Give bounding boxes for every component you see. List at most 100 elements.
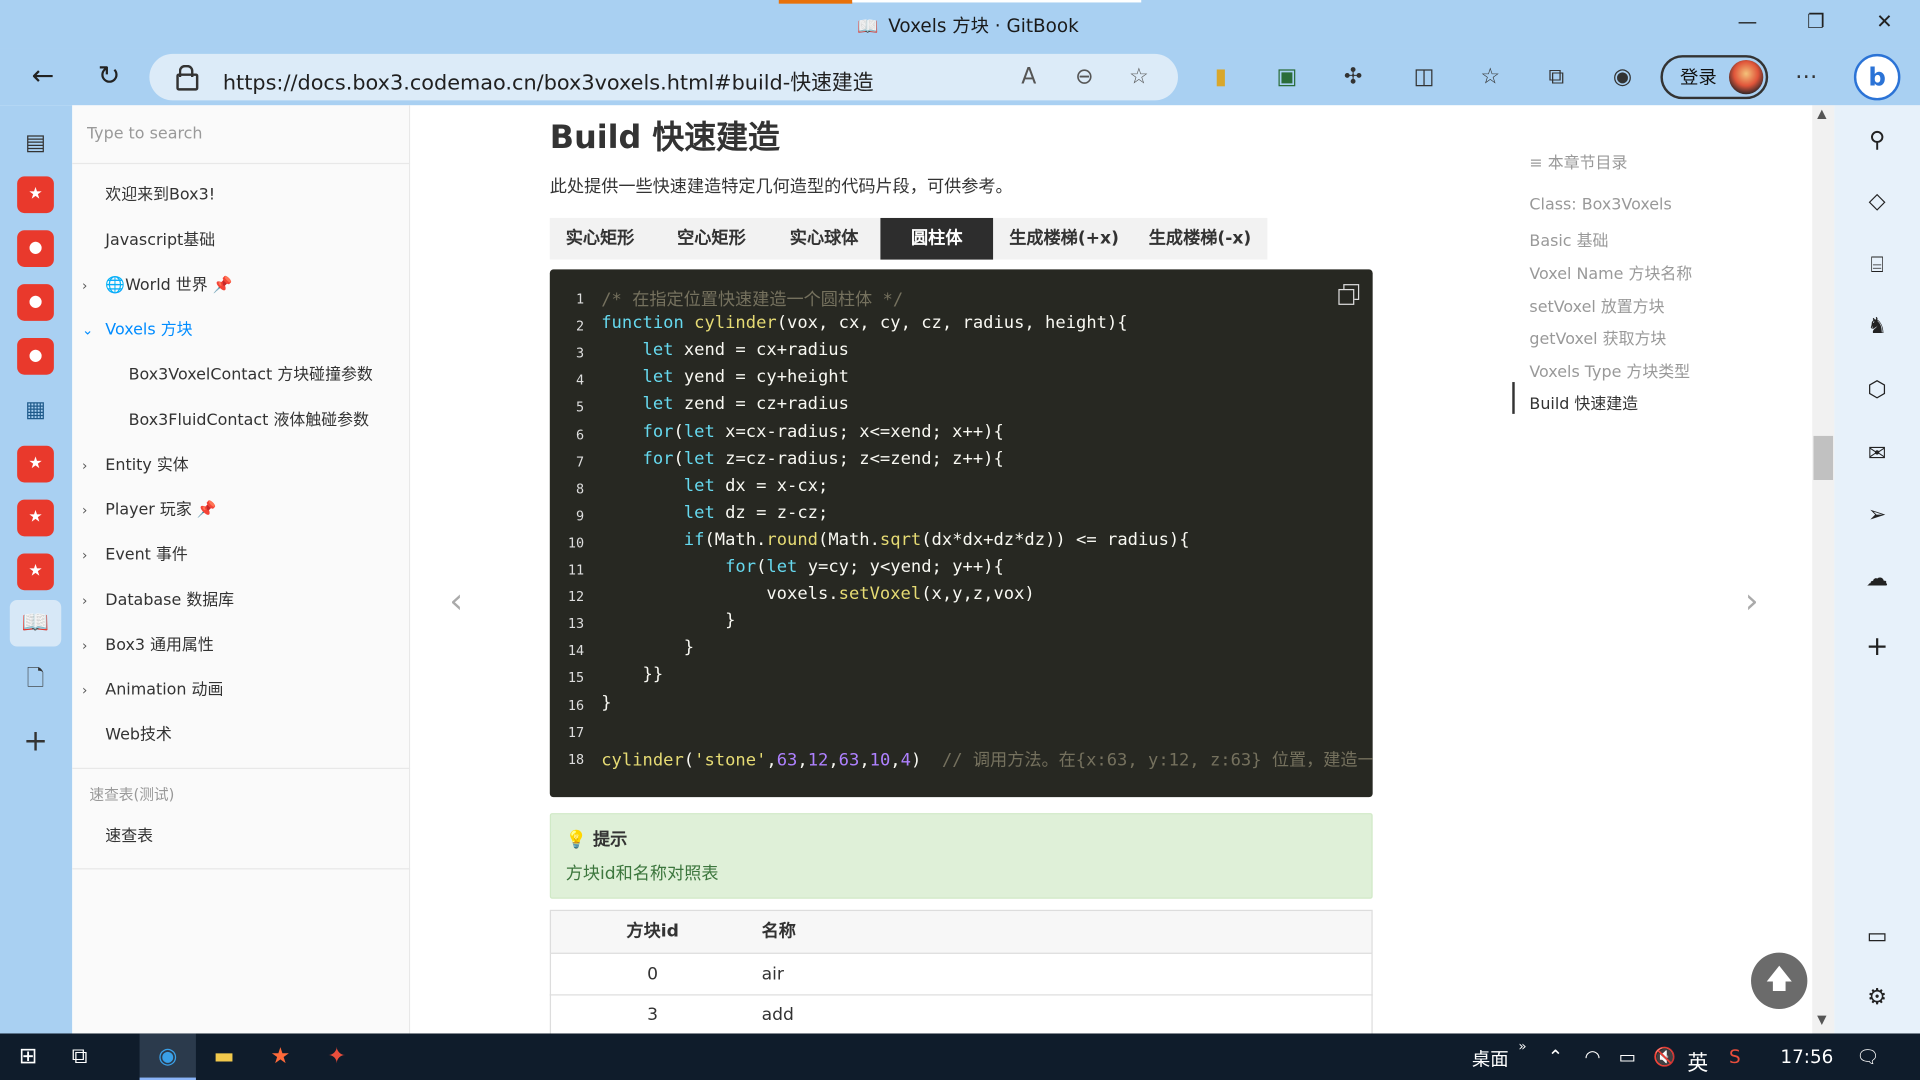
more-menu-icon[interactable]: ⋯ xyxy=(1788,61,1825,93)
performance-icon[interactable]: ◉ xyxy=(1604,61,1641,93)
sidebar-toggle-icon[interactable]: ▭ xyxy=(1859,918,1896,955)
pinned-tab-icon[interactable]: ★ xyxy=(17,445,54,483)
nav-item-welcome[interactable]: 欢迎来到Box3! xyxy=(105,174,215,218)
chevron-right-icon[interactable]: › xyxy=(82,669,87,713)
clock[interactable]: 17:56 xyxy=(1780,1046,1833,1068)
favorite-add-icon[interactable]: ☆ xyxy=(1129,64,1149,90)
search-icon[interactable]: ⚲ xyxy=(1859,122,1896,159)
games-icon[interactable]: ♞ xyxy=(1859,309,1896,346)
chevron-right-icon[interactable]: › xyxy=(82,444,87,488)
pinned-tab-icon[interactable]: ★ xyxy=(17,553,54,591)
pinned-tab-icon[interactable]: ● xyxy=(17,284,54,321)
minimize-button[interactable]: — xyxy=(1729,10,1766,39)
url-text[interactable]: https://docs.box3.codemao.cn/box3voxels.… xyxy=(223,65,874,95)
folder-icon[interactable]: ▬ xyxy=(206,1041,243,1073)
add-tab-icon[interactable]: + xyxy=(17,722,54,759)
cloud-icon[interactable]: ☁ xyxy=(1859,561,1896,598)
pinned-tab-icon[interactable]: ★ xyxy=(17,499,54,537)
zoom-icon[interactable]: ⊖ xyxy=(1075,64,1093,90)
start-icon[interactable]: ⊞ xyxy=(10,1041,47,1073)
tab-actions-icon[interactable]: ▤ xyxy=(17,125,54,162)
read-aloud-icon[interactable]: A xyxy=(1021,64,1036,90)
active-tab-icon[interactable]: 📖 xyxy=(9,600,62,647)
box3-app-icon[interactable]: ★ xyxy=(262,1041,299,1073)
chevron-right-icon[interactable]: › xyxy=(82,489,87,533)
battery-icon[interactable]: ▭ xyxy=(1619,1046,1636,1068)
chevron-right-icon[interactable]: › xyxy=(82,624,87,668)
chevron-right-icon[interactable]: › xyxy=(82,264,87,308)
tab-hollow-rectangle[interactable]: 空心矩形 xyxy=(660,218,763,260)
page-scrollbar[interactable]: ▲ ▼ xyxy=(1812,105,1835,1034)
pinned-tab-icon[interactable]: ★ xyxy=(17,176,54,214)
nav-item-common-properties[interactable]: › Box3 通用属性 xyxy=(72,624,410,668)
nav-item-entity[interactable]: › Entity 实体 xyxy=(72,444,410,488)
nav-item-cheatsheet[interactable]: 速查表 xyxy=(105,816,153,860)
tab-stairs-minus-x[interactable]: 生成楼梯(-x) xyxy=(1138,218,1263,260)
toc-item[interactable]: Basic 基础 xyxy=(1529,228,1608,251)
tab-solid-rectangle[interactable]: 实心矩形 xyxy=(550,218,650,260)
chevron-down-icon[interactable]: ⌄ xyxy=(82,309,93,353)
tag-icon[interactable]: ◇ xyxy=(1859,184,1896,221)
nav-item-database[interactable]: › Database 数据库 xyxy=(72,579,410,623)
task-view-icon[interactable]: ⧉ xyxy=(61,1041,98,1073)
next-page-icon[interactable]: › xyxy=(1745,580,1759,620)
wifi-icon[interactable]: ◠ xyxy=(1585,1046,1601,1068)
toc-item-active[interactable]: Build 快速建造 xyxy=(1529,391,1638,414)
nav-item-player[interactable]: › Player 玩家 📌 xyxy=(72,489,410,533)
extensions-icon[interactable]: ✣ xyxy=(1335,61,1372,93)
favorites-icon[interactable]: ☆ xyxy=(1472,61,1509,93)
app-icon[interactable]: ✦ xyxy=(318,1041,355,1073)
collections-icon[interactable]: ⧉ xyxy=(1538,61,1575,93)
nav-item-fluidcontact[interactable]: Box3FluidContact 液体触碰参数 xyxy=(129,399,369,443)
back-to-top-button[interactable]: 🡅 xyxy=(1751,952,1808,1009)
pinned-tab-icon[interactable]: ● xyxy=(17,337,54,375)
tab-stairs-plus-x[interactable]: 生成楼梯(+x) xyxy=(998,218,1130,260)
m365-icon[interactable]: ⬡ xyxy=(1859,372,1896,409)
volume-icon[interactable]: 🔇 xyxy=(1653,1046,1676,1068)
edge-icon[interactable]: ◉ xyxy=(149,1041,186,1073)
nav-item-javascript[interactable]: Javascript基础 xyxy=(105,219,215,263)
login-button[interactable]: 登录 xyxy=(1660,55,1769,100)
lock-icon[interactable] xyxy=(176,64,199,91)
toc-item[interactable]: Class: Box3Voxels xyxy=(1529,196,1671,214)
nav-item-voxels[interactable]: ⌄ Voxels 方块 xyxy=(72,309,410,353)
prev-page-icon[interactable]: ‹ xyxy=(449,580,463,620)
toc-item[interactable]: Voxel Name 方块名称 xyxy=(1529,261,1692,284)
outlook-icon[interactable]: ✉ xyxy=(1859,436,1896,473)
code-block[interactable]: 1 /* 在指定位置快速建造一个圆柱体 */ 2 function cylinder(… xyxy=(549,269,1373,798)
sogou-icon[interactable]: S xyxy=(1729,1046,1741,1068)
desktop-label[interactable]: 桌面 xyxy=(1472,1046,1509,1072)
nav-item-web[interactable]: Web技术 xyxy=(105,714,172,758)
gear-icon[interactable]: ⚙ xyxy=(1859,980,1896,1017)
toc-item[interactable]: Voxels Type 方块类型 xyxy=(1529,359,1690,382)
more-tray-icon[interactable]: » xyxy=(1518,1038,1526,1054)
pinned-tab-icon[interactable]: ● xyxy=(17,230,54,267)
tab-solid-sphere[interactable]: 实心球体 xyxy=(773,218,876,260)
search-input[interactable] xyxy=(72,105,411,163)
chevron-up-icon[interactable]: ⌃ xyxy=(1548,1046,1563,1068)
scrollbar-thumb[interactable] xyxy=(1813,435,1834,481)
notification-icon[interactable]: 🗨 xyxy=(1856,1046,1879,1068)
toc-item[interactable]: setVoxel 放置方块 xyxy=(1529,294,1664,317)
close-button[interactable]: ✕ xyxy=(1866,10,1903,39)
extension-screen-icon[interactable]: ▣ xyxy=(1269,61,1306,93)
scroll-up-icon[interactable]: ▲ xyxy=(1817,108,1826,121)
refresh-button[interactable]: ↻ xyxy=(91,60,128,94)
back-button[interactable]: ← xyxy=(24,60,61,94)
tab-cylinder[interactable]: 圆柱体 xyxy=(880,217,994,260)
split-screen-icon[interactable]: ◫ xyxy=(1406,61,1443,93)
nav-item-world[interactable]: › 🌐World 世界 📌 xyxy=(72,264,410,308)
toolbox-icon[interactable]: ⌸ xyxy=(1859,247,1896,284)
send-icon[interactable]: ➢ xyxy=(1859,497,1896,534)
document-icon[interactable]: 🗋 xyxy=(17,661,54,698)
nav-item-event[interactable]: › Event 事件 xyxy=(72,534,410,578)
pinned-tab-icon[interactable]: ▦ xyxy=(17,392,54,429)
chevron-right-icon[interactable]: › xyxy=(82,534,87,578)
restore-button[interactable]: ❐ xyxy=(1798,10,1835,39)
scroll-down-icon[interactable]: ▼ xyxy=(1817,1014,1826,1027)
extension-notes-icon[interactable]: ▮ xyxy=(1202,61,1239,93)
copy-icon[interactable] xyxy=(1338,284,1360,305)
nav-item-voxelcontact[interactable]: Box3VoxelContact 方块碰撞参数 xyxy=(129,354,373,398)
bing-icon[interactable]: b xyxy=(1853,53,1901,101)
toc-item[interactable]: getVoxel 获取方块 xyxy=(1529,326,1666,349)
